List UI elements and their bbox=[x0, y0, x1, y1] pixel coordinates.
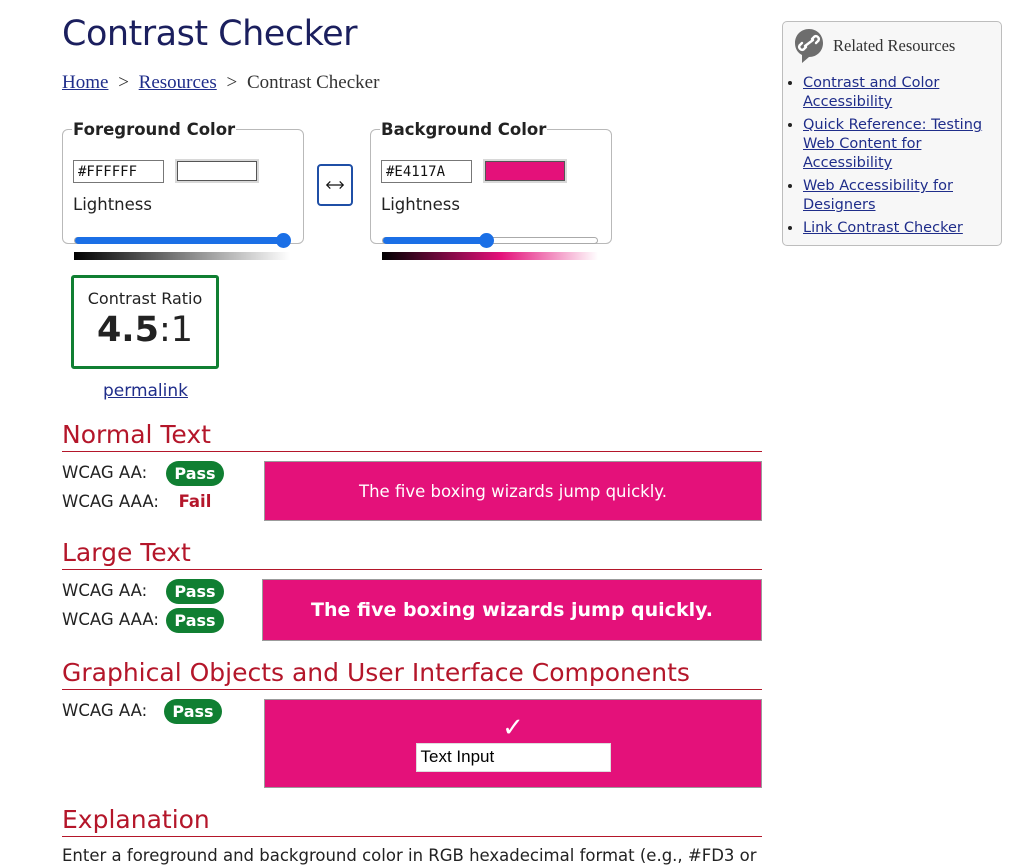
related-link-contrast-color[interactable]: Contrast and Color Accessibility bbox=[803, 75, 939, 110]
related-link-quick-reference[interactable]: Quick Reference: Testing Web Content for… bbox=[803, 117, 982, 171]
related-resources-header: Related Resources bbox=[793, 28, 955, 64]
related-resources-list: Contrast and Color Accessibility Quick R… bbox=[787, 74, 999, 242]
large-text-sample: The five boxing wizards jump quickly. bbox=[262, 579, 762, 641]
large-text-sample-text: The five boxing wizards jump quickly. bbox=[311, 599, 713, 621]
sample-text-input[interactable]: Text Input bbox=[415, 743, 611, 772]
normal-text-sample-text: The five boxing wizards jump quickly. bbox=[359, 481, 667, 501]
list-item: Web Accessibility for Designers bbox=[803, 177, 999, 215]
swap-arrows-icon bbox=[325, 181, 345, 189]
foreground-hex-input[interactable] bbox=[73, 160, 164, 183]
graphical-wcag-aa-status-badge: Pass bbox=[164, 699, 222, 724]
related-link-link-contrast[interactable]: Link Contrast Checker bbox=[803, 220, 963, 236]
breadcrumb-separator: > bbox=[226, 72, 238, 93]
list-item: Quick Reference: Testing Web Content for… bbox=[803, 116, 999, 173]
large-wcag-aaa-label: WCAG AAA: bbox=[62, 610, 159, 629]
graphical-objects-sample: ✓ Text Input bbox=[264, 699, 762, 788]
slider-fill bbox=[383, 237, 486, 244]
graphical-wcag-aa-label: WCAG AA: bbox=[62, 701, 148, 720]
large-text-heading: Large Text bbox=[62, 538, 762, 570]
explanation-text: Enter a foreground and background color … bbox=[62, 846, 757, 865]
checkmark-icon: ✓ bbox=[502, 713, 524, 743]
foreground-lightness-slider[interactable] bbox=[74, 233, 291, 248]
background-color-legend: Background Color bbox=[381, 120, 547, 139]
background-color-picker[interactable] bbox=[483, 159, 567, 183]
list-item: Contrast and Color Accessibility bbox=[803, 74, 999, 112]
contrast-ratio-label: Contrast Ratio bbox=[87, 289, 203, 308]
background-lightness-label: Lightness bbox=[381, 195, 460, 214]
explanation-heading: Explanation bbox=[62, 805, 762, 837]
large-wcag-aa-status-badge: Pass bbox=[166, 579, 224, 604]
related-resources-title: Related Resources bbox=[833, 36, 956, 55]
normal-text-heading: Normal Text bbox=[62, 420, 762, 452]
large-wcag-aa-label: WCAG AA: bbox=[62, 581, 148, 600]
contrast-ratio-value: 4.5:1 bbox=[74, 310, 216, 350]
related-resources-panel: Related Resources Contrast and Color Acc… bbox=[782, 21, 1002, 246]
foreground-color-legend: Foreground Color bbox=[73, 120, 236, 139]
related-link-designers[interactable]: Web Accessibility for Designers bbox=[803, 178, 953, 213]
breadcrumb-separator: > bbox=[118, 72, 129, 93]
breadcrumb-home-link[interactable]: Home bbox=[62, 72, 108, 93]
contrast-ratio-suffix: :1 bbox=[158, 310, 194, 350]
foreground-lightness-gradient bbox=[74, 252, 290, 260]
list-item: Link Contrast Checker bbox=[803, 219, 999, 238]
background-color-group: Background Color Lightness bbox=[370, 120, 612, 260]
background-lightness-gradient bbox=[382, 252, 598, 260]
large-wcag-aaa-status-badge: Pass bbox=[166, 608, 224, 633]
foreground-color-group: Foreground Color Lightness bbox=[62, 120, 304, 260]
normal-wcag-aaa-label: WCAG AAA: bbox=[62, 492, 159, 511]
foreground-color-picker[interactable] bbox=[175, 159, 259, 183]
background-lightness-slider[interactable] bbox=[382, 233, 598, 248]
breadcrumb: Home > Resources > Contrast Checker bbox=[62, 72, 379, 94]
swap-colors-button[interactable] bbox=[317, 164, 353, 206]
slider-thumb[interactable] bbox=[276, 233, 291, 248]
normal-wcag-aa-label: WCAG AA: bbox=[62, 463, 148, 482]
foreground-lightness-label: Lightness bbox=[73, 195, 152, 214]
normal-text-sample: The five boxing wizards jump quickly. bbox=[264, 461, 762, 521]
background-hex-input[interactable] bbox=[381, 160, 472, 183]
slider-thumb[interactable] bbox=[479, 233, 494, 248]
contrast-ratio-box: Contrast Ratio 4.5:1 bbox=[71, 275, 219, 369]
link-icon bbox=[795, 29, 823, 63]
page-title: Contrast Checker bbox=[62, 14, 358, 54]
breadcrumb-resources-link[interactable]: Resources bbox=[139, 72, 217, 93]
slider-fill bbox=[75, 237, 283, 244]
contrast-ratio-number: 4.5 bbox=[96, 310, 159, 350]
normal-wcag-aaa-status: Fail bbox=[178, 492, 212, 511]
breadcrumb-current: Contrast Checker bbox=[246, 72, 380, 93]
normal-wcag-aa-status-badge: Pass bbox=[166, 461, 224, 486]
permalink-link[interactable]: permalink bbox=[103, 381, 188, 401]
graphical-objects-heading: Graphical Objects and User Interface Com… bbox=[62, 658, 762, 690]
